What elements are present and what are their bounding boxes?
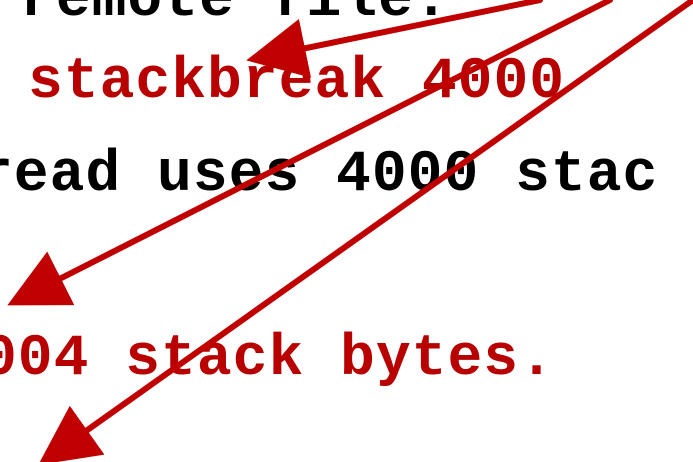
arrow-icon — [246, 0, 543, 78]
arrow-icon — [38, 0, 693, 462]
annotation-arrows — [7, 0, 693, 462]
slide: remote file. stackbreak 4000 read uses 4… — [0, 0, 693, 462]
